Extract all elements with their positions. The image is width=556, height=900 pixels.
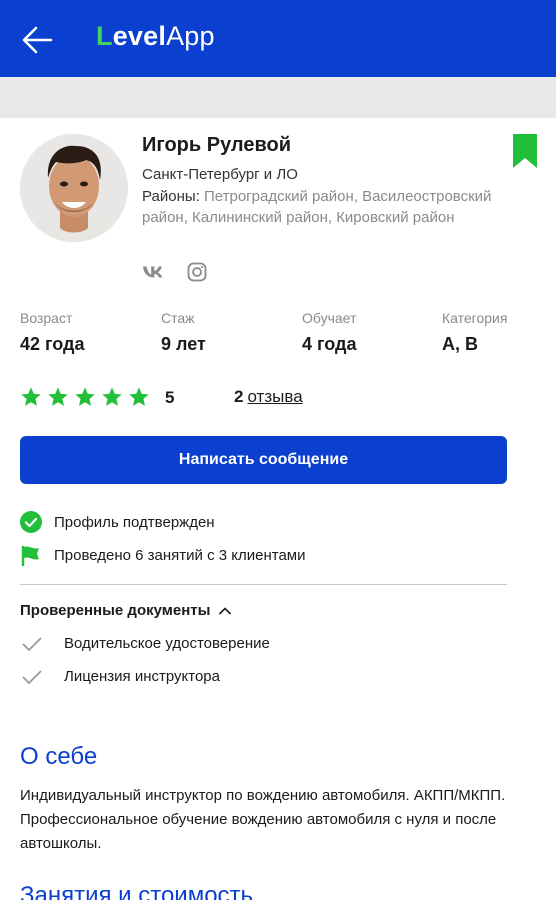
about-text: Индивидуальный инструктор по вождению ав… — [20, 787, 506, 852]
header-spacer — [0, 77, 556, 118]
star-icon — [129, 387, 149, 406]
check-icon — [22, 637, 42, 652]
stat-label: Категория — [442, 310, 508, 326]
stat-experience: Стаж 9 лет — [161, 310, 206, 355]
stat-value: 4 года — [302, 334, 357, 354]
document-label: Лицензия инструктора — [64, 668, 220, 685]
lessons-text: Проведено 6 занятий с 3 клиентами — [54, 546, 306, 564]
lessons-row: Проведено 6 занятий с 3 клиентами — [20, 543, 306, 567]
stat-label: Возраст — [20, 310, 73, 326]
send-message-button[interactable]: Написать сообщение — [20, 436, 507, 484]
divider — [20, 584, 507, 585]
stat-label: Обучает — [302, 310, 357, 326]
stat-label: Стаж — [161, 310, 195, 326]
lessons-section-title: Занятия и стоимость — [20, 882, 254, 900]
instagram-icon[interactable] — [186, 262, 208, 282]
document-label: Водительское удостоверение — [64, 635, 270, 652]
stat-value: A, B — [442, 334, 478, 354]
app-logo: LevelApp — [96, 21, 215, 51]
star-icon — [48, 387, 68, 406]
rating-stars — [20, 386, 150, 408]
star-icon — [75, 387, 95, 406]
instructor-city: Санкт-Петербург и ЛО — [142, 166, 298, 183]
reviews: 2 отзыва — [234, 387, 303, 407]
rating-value: 5 — [165, 388, 175, 407]
verified-row: Профиль подтвержден — [20, 510, 215, 534]
app-header: LevelApp — [0, 0, 556, 77]
stat-value: 42 года — [20, 334, 85, 354]
verified-text: Профиль подтвержден — [54, 513, 215, 531]
instructor-areas: Районы: Петроградский район, Василеостро… — [142, 186, 532, 228]
stat-category: Категория A, B — [442, 310, 507, 355]
avatar — [20, 134, 128, 242]
arrow-left-icon[interactable] — [18, 20, 58, 60]
star-icon — [102, 387, 122, 406]
about-title: О себе — [20, 743, 98, 770]
vk-icon[interactable] — [142, 262, 164, 282]
flag-icon — [21, 546, 39, 566]
reviews-link[interactable]: отзыва — [247, 387, 302, 406]
documents-toggle[interactable]: Проверенные документы — [20, 602, 232, 619]
document-item: Водительское удостоверение — [20, 633, 270, 655]
stat-age: Возраст 42 года — [20, 310, 84, 355]
instructor-name: Игорь Рулевой — [142, 134, 292, 156]
documents-title: Проверенные документы — [20, 602, 211, 619]
bookmark-icon[interactable] — [512, 134, 538, 168]
reviews-count: 2 — [234, 387, 244, 406]
check-circle-icon — [20, 511, 42, 533]
star-icon — [21, 387, 41, 406]
check-icon — [22, 670, 42, 685]
areas-label: Районы: — [142, 188, 200, 205]
chevron-up-icon — [219, 606, 232, 615]
document-item: Лицензия инструктора — [20, 666, 220, 688]
stat-value: 9 лет — [161, 334, 206, 354]
stat-teaching: Обучает 4 года — [302, 310, 356, 355]
